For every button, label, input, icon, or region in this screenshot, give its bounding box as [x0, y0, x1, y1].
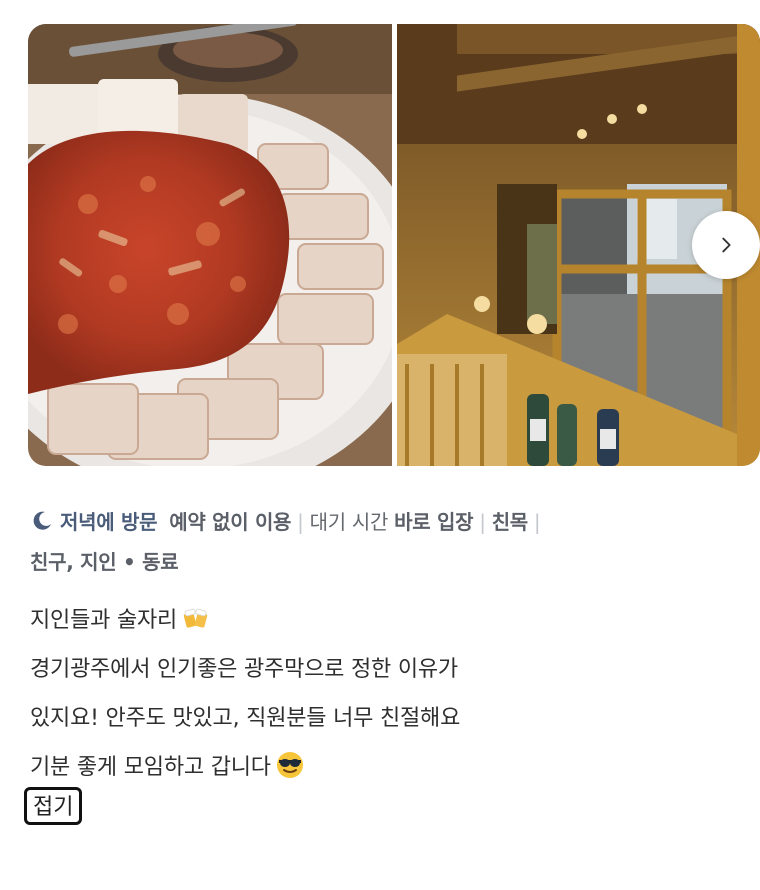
- review-line-2: 경기광주에서 인기좋은 광주막으로 정한 이유가: [30, 657, 458, 682]
- wait-time-value: 바로 입장: [394, 510, 474, 534]
- photo-gallery: [28, 24, 760, 466]
- visit-info-line-2: 친구, 지인 • 동료: [30, 542, 730, 582]
- review-line-3: 있지요! 안주도 맛있고, 직원분들 너무 친절해요: [30, 706, 461, 731]
- review-line-1-text: 지인들과 술자리: [30, 608, 178, 633]
- divider: |: [533, 510, 541, 534]
- visit-info: 저녁에 방문 예약 없이 이용 | 대기 시간 바로 입장 | 친목 | 친구, 지인 •…: [30, 502, 730, 582]
- review-text: 지인들과 술자리 경기광주에서 인기좋은 광주막으로 정한 이유가 있지요! 안…: [30, 596, 730, 792]
- visit-purpose: 친목: [491, 510, 529, 534]
- review-line-4-text: 기분 좋게 모임하고 갑니다: [30, 755, 271, 780]
- sunglasses-face-emoji: [276, 752, 303, 778]
- visit-info-line-1: 저녁에 방문 예약 없이 이용 | 대기 시간 바로 입장 | 친목 |: [30, 502, 730, 542]
- moon-icon: [33, 511, 51, 530]
- divider: |: [479, 510, 486, 534]
- review-line-4: 기분 좋게 모임하고 갑니다: [30, 743, 730, 792]
- reservation-type: 예약 없이 이용: [169, 510, 292, 534]
- visit-time: 저녁에 방문: [60, 510, 158, 534]
- next-photo-button[interactable]: [692, 211, 760, 279]
- beer-mugs-emoji: [183, 608, 208, 628]
- companions: 친구, 지인 • 동료: [30, 550, 179, 574]
- bossam-kimchi-photo[interactable]: [28, 24, 392, 466]
- divider: |: [297, 510, 304, 534]
- wait-time-label: 대기 시간: [309, 510, 389, 534]
- review-line-1: 지인들과 술자리: [30, 596, 730, 645]
- collapse-button[interactable]: 접기: [24, 787, 83, 825]
- chevron-right-icon: [722, 237, 731, 253]
